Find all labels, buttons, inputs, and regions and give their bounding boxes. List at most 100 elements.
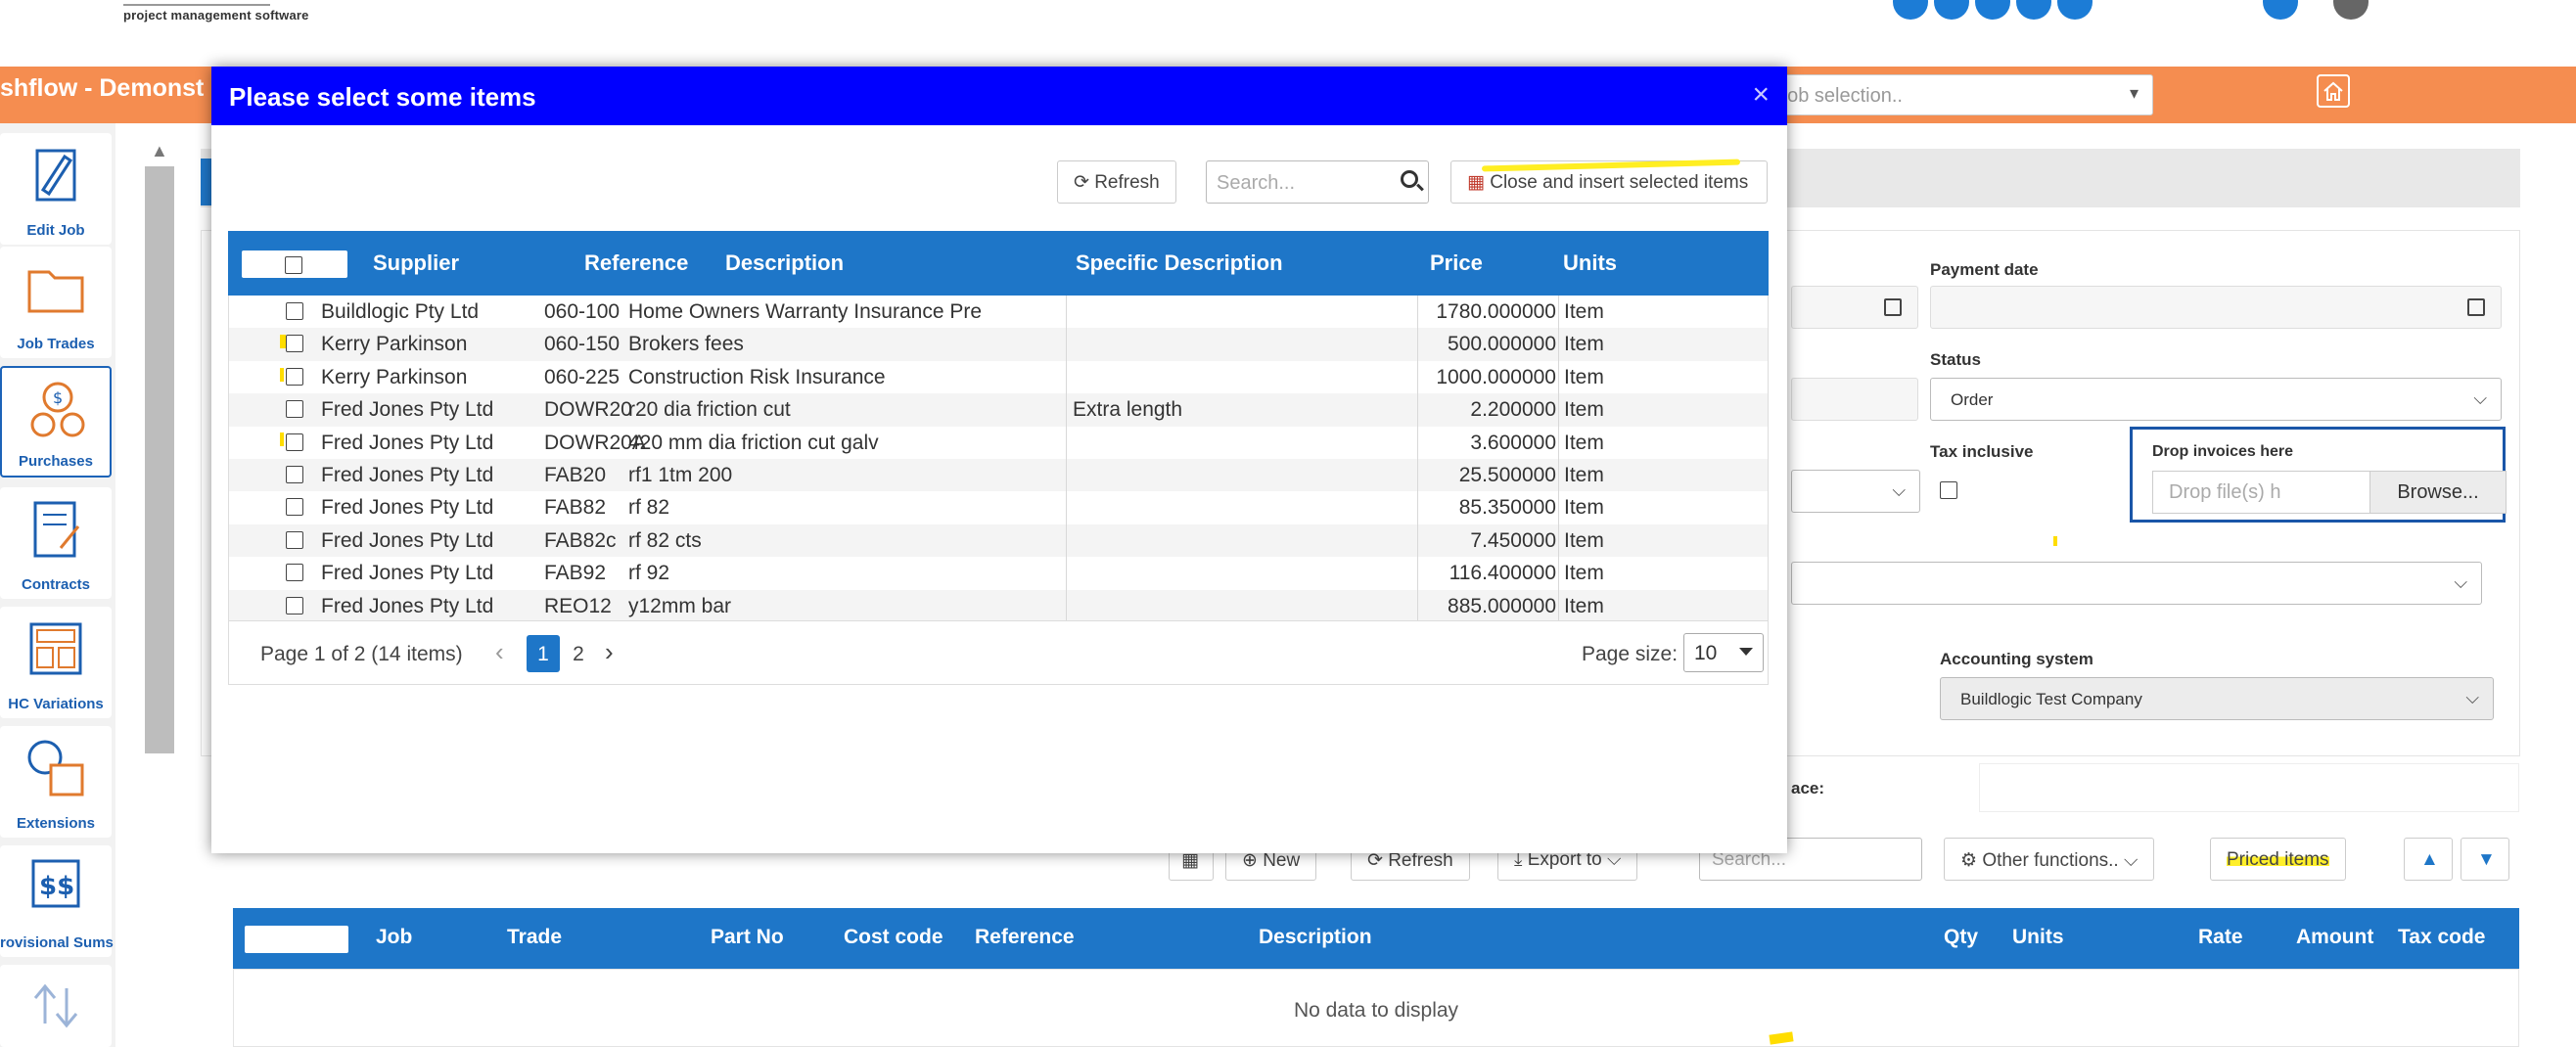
sidebar-item-edit-job[interactable]: Edit Job <box>0 133 112 245</box>
cell-description: 420 mm dia friction cut galv <box>628 431 879 454</box>
sidebar-item-provisional-sums[interactable]: $$ rovisional Sums <box>0 845 114 957</box>
edit-job-icon <box>35 149 76 202</box>
payment-date-field[interactable] <box>1930 286 2502 329</box>
column-divider <box>1558 296 1559 620</box>
order-date-field[interactable] <box>1791 286 1918 329</box>
sidebar-item-job-trades[interactable]: Job Trades <box>0 247 112 358</box>
status-label: Status <box>1930 350 1981 369</box>
logo-mark <box>123 0 270 6</box>
page-number-1[interactable]: 1 <box>527 635 560 672</box>
table-row[interactable]: Fred Jones Pty Ltd FAB92 rf 92 Item 116.4000… <box>229 557 1768 589</box>
table-row[interactable]: Fred Jones Pty Ltd FAB20 rf1 1tm 200 Item 25… <box>229 459 1768 492</box>
close-icon[interactable]: × <box>1752 78 1770 112</box>
priced-items-button[interactable]: Priced items <box>2210 838 2346 881</box>
search-icon[interactable] <box>1401 170 1418 188</box>
table-row[interactable]: Buildlogic Pty Ltd 060-100 Home Owners War… <box>229 296 1768 328</box>
social-icon[interactable] <box>1975 0 2010 20</box>
scroll-up-icon[interactable]: ▲ <box>151 141 168 161</box>
table-row[interactable]: Fred Jones Pty Ltd DOWR20 r20 dia friction… <box>229 393 1768 427</box>
background-field[interactable] <box>1791 378 1918 421</box>
cell-description: rf 82 <box>628 496 670 520</box>
column-header-description[interactable]: Description <box>725 250 844 276</box>
column-header-price[interactable]: Price <box>1430 250 1483 276</box>
table-row[interactable]: Fred Jones Pty Ltd FAB82 rf 82 Item 85.35000… <box>229 491 1768 524</box>
column-header-reference[interactable]: Reference <box>584 250 688 276</box>
column-header-job[interactable]: Job <box>376 926 412 949</box>
coins-icon: $ <box>30 382 85 437</box>
row-select-checkbox[interactable] <box>286 596 303 615</box>
column-header-amount[interactable]: Amount <box>2296 926 2373 949</box>
home-icon[interactable] <box>2317 74 2350 108</box>
calendar-icon[interactable] <box>2467 298 2485 316</box>
social-icon[interactable] <box>2016 0 2051 20</box>
up-down-arrows-icon <box>33 983 78 1028</box>
sidebar-item-purchases[interactable]: $ Purchases <box>0 366 112 478</box>
social-icon[interactable] <box>2057 0 2093 20</box>
help-icon[interactable] <box>2263 0 2298 20</box>
prev-page-icon[interactable]: ‹ <box>495 637 504 667</box>
move-up-button[interactable]: ▲ <box>2404 838 2453 881</box>
column-header-cost-code[interactable]: Cost code <box>844 926 943 949</box>
background-field[interactable] <box>1979 763 2519 812</box>
modal-search-input[interactable]: Search... <box>1206 160 1429 204</box>
column-header-qty[interactable]: Qty <box>1944 926 1978 949</box>
page-size-select[interactable]: 10 <box>1683 633 1764 672</box>
vertical-scrollbar[interactable] <box>145 166 174 753</box>
other-functions-button[interactable]: ⚙ Other functions.. ⌵ <box>1944 838 2155 881</box>
select-all-box[interactable] <box>245 926 348 953</box>
drop-file-input[interactable]: Drop file(s) h <box>2152 471 2369 514</box>
row-select-checkbox[interactable] <box>286 530 303 549</box>
select-all-checkbox[interactable] <box>285 256 302 274</box>
column-header-specific-description[interactable]: Specific Description <box>1076 250 1283 276</box>
table-row[interactable]: Fred Jones Pty Ltd FAB82c rf 82 cts Item 7.4… <box>229 524 1768 558</box>
job-select[interactable]: e job selection.. ▾ <box>1752 74 2153 115</box>
user-avatar[interactable] <box>2333 0 2369 20</box>
table-row[interactable]: Fred Jones Pty Ltd REO12 y12mm bar Item 885.… <box>229 589 1768 622</box>
column-header-tax-code[interactable]: Tax code <box>2398 926 2485 949</box>
social-icon[interactable] <box>1893 0 1928 20</box>
sidebar-item-hc-variations[interactable]: HC Variations <box>0 607 112 718</box>
cell-description: Home Owners Warranty Insurance Pre <box>628 300 983 323</box>
column-header-description[interactable]: Description <box>1259 926 1372 949</box>
row-select-checkbox[interactable] <box>286 564 303 582</box>
drop-invoices-label: Drop invoices here <box>2152 443 2294 460</box>
next-page-icon[interactable]: › <box>605 637 614 667</box>
row-select-checkbox[interactable] <box>286 400 303 419</box>
drop-invoices-zone[interactable]: Drop invoices here Drop file(s) h Browse… <box>2130 427 2507 523</box>
table-row[interactable]: Kerry Parkinson 060-150 Brokers fees Item 50… <box>229 328 1768 361</box>
sidebar-item-contracts[interactable]: Contracts <box>0 487 112 599</box>
move-down-button[interactable]: ▼ <box>2461 838 2509 881</box>
row-select-checkbox[interactable] <box>286 432 303 451</box>
calendar-icon[interactable] <box>1884 298 1902 316</box>
background-select[interactable]: ⌵ <box>1791 470 1920 513</box>
column-header-supplier[interactable]: Supplier <box>373 250 459 276</box>
page-number-2[interactable]: 2 <box>562 635 595 672</box>
modal-refresh-button[interactable]: ⟳ Refresh <box>1057 160 1176 204</box>
row-select-checkbox[interactable] <box>286 302 303 320</box>
status-value: Order <box>1951 390 1994 409</box>
background-select-wide[interactable]: ⌵ <box>1791 562 2482 605</box>
column-header-units[interactable]: Units <box>2012 926 2064 949</box>
cell-units: Item <box>1564 528 1604 552</box>
browse-button[interactable]: Browse... <box>2369 471 2507 514</box>
sidebar-item-label: Edit Job <box>26 222 85 239</box>
row-select-checkbox[interactable] <box>286 335 303 353</box>
tax-inclusive-checkbox[interactable] <box>1940 481 1957 499</box>
accounting-system-select[interactable]: Buildlogic Test Company ⌵ <box>1940 677 2494 720</box>
sidebar-item-updown[interactable] <box>0 965 112 1047</box>
column-header-units[interactable]: Units <box>1563 250 1617 276</box>
column-header-part-no[interactable]: Part No <box>711 926 784 949</box>
status-select[interactable]: Order ⌵ <box>1930 378 2502 421</box>
table-row[interactable]: Kerry Parkinson 060-225 Construction Risk … <box>229 361 1768 393</box>
row-select-checkbox[interactable] <box>286 498 303 517</box>
column-header-reference[interactable]: Reference <box>975 926 1075 949</box>
cell-supplier: Fred Jones Pty Ltd <box>321 562 494 585</box>
column-header-rate[interactable]: Rate <box>2198 926 2243 949</box>
column-header-trade[interactable]: Trade <box>507 926 562 949</box>
row-select-checkbox[interactable] <box>286 466 303 483</box>
table-row[interactable]: Fred Jones Pty Ltd DOWR20A 420 mm dia fric… <box>229 427 1768 459</box>
sidebar-item-extensions[interactable]: Extensions <box>0 726 112 838</box>
cell-description: y12mm bar <box>628 594 732 617</box>
row-select-checkbox[interactable] <box>286 367 303 386</box>
social-icon[interactable] <box>1934 0 1969 20</box>
